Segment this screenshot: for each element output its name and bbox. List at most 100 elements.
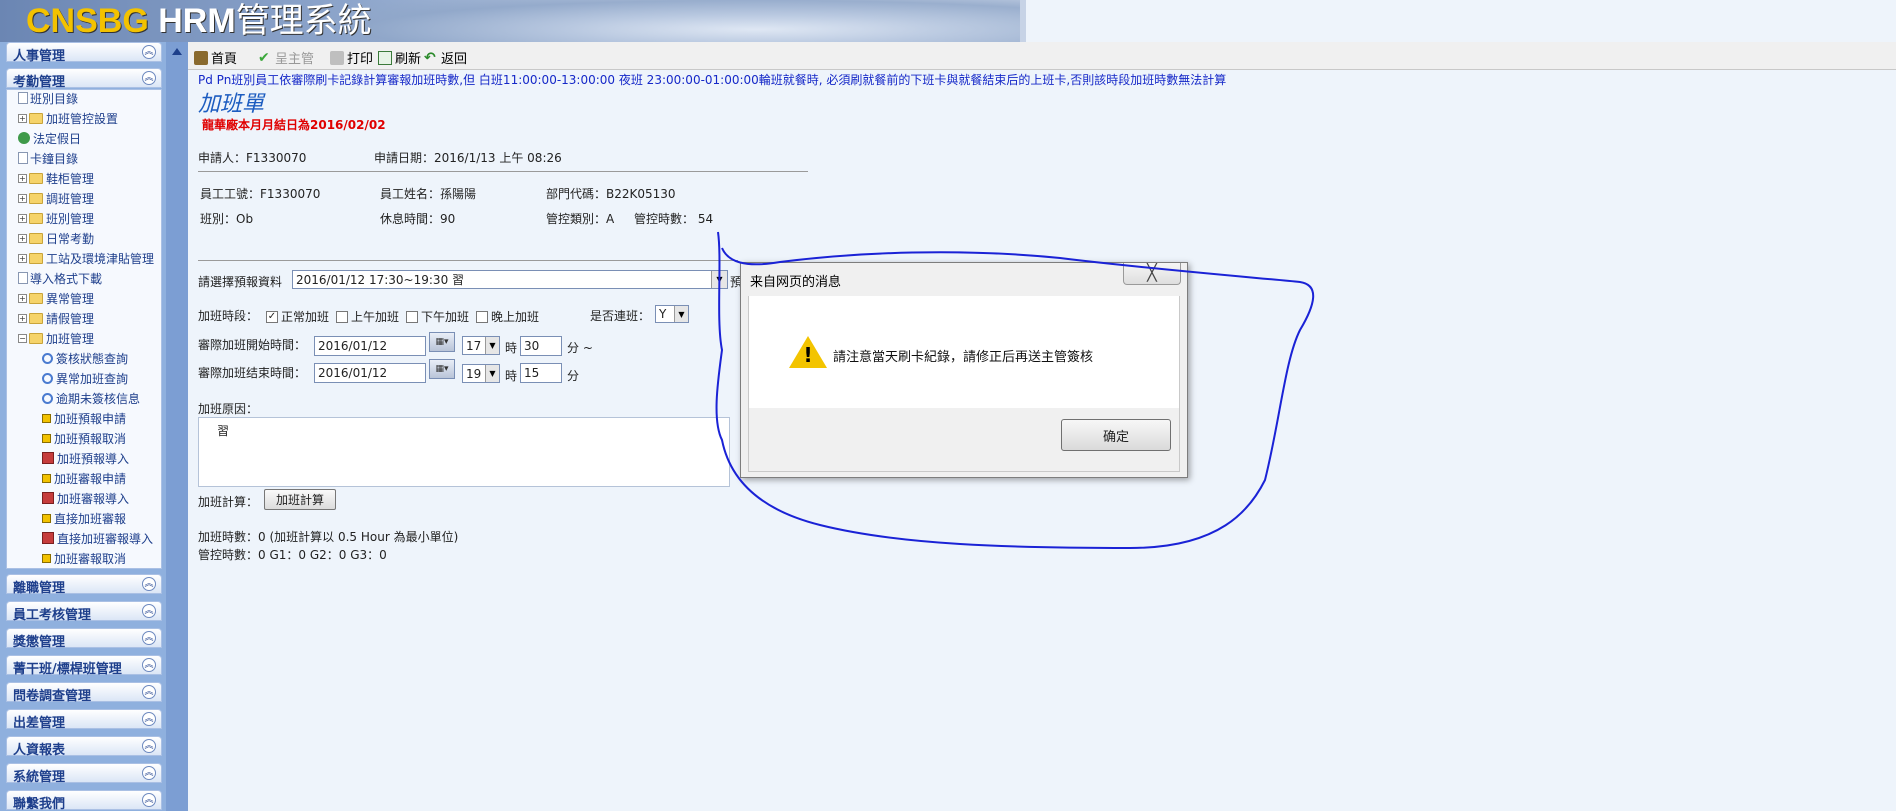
sidebar-menu-item[interactable]: + 異常管理	[18, 289, 94, 307]
folder-icon	[29, 232, 43, 244]
checkbox-icon[interactable]	[476, 310, 488, 323]
sidebar-menu-item[interactable]: 簽核狀態查詢	[42, 349, 128, 367]
excel-icon	[42, 532, 54, 544]
pre-report-select[interactable]: 2016/01/12 17:30~19:30 習 ▼	[292, 270, 728, 289]
reason-textarea[interactable]: 習	[198, 417, 730, 487]
submit-to-manager-button[interactable]: ✔ 呈主管	[258, 48, 314, 68]
expand-plus-icon[interactable]: +	[18, 193, 27, 203]
ok-button[interactable]: 确定	[1061, 419, 1171, 451]
sidebar-menu-item[interactable]: + 班別管理	[18, 209, 94, 227]
sidebar-section[interactable]: 員工考核管理 ︽	[6, 601, 162, 623]
section-label: 人資報表	[13, 743, 66, 758]
square-icon	[42, 513, 51, 523]
collapse-chevron-icon[interactable]: ︽	[142, 739, 156, 753]
sidebar-section-hr[interactable]: 人事管理 ︽	[6, 42, 162, 64]
sidebar-menu-item[interactable]: 加班審報導入	[42, 489, 129, 507]
end-minute-input[interactable]: 15	[520, 363, 562, 383]
calendar-icon[interactable]: ▦▾	[429, 359, 455, 379]
print-button[interactable]: 打印	[330, 48, 373, 67]
sidebar-menu-item[interactable]: 加班審報申請	[42, 469, 126, 487]
expand-plus-icon[interactable]: +	[18, 233, 27, 243]
dropdown-arrow-icon[interactable]: ▼	[711, 271, 727, 288]
sidebar-splitter[interactable]	[166, 42, 188, 811]
period-evening-checkbox[interactable]: 晚上加班	[476, 308, 539, 325]
hour-unit: 時	[505, 341, 518, 355]
sidebar-menu-item[interactable]: 法定假日	[18, 129, 81, 147]
sidebar-section[interactable]: 菁干班/標桿班管理 ︽	[6, 655, 162, 677]
calendar-icon[interactable]: ▦▾	[429, 332, 455, 352]
collapse-chevron-icon[interactable]: ︽	[142, 604, 156, 618]
sidebar-menu-item[interactable]: 異常加班查詢	[42, 369, 128, 387]
checkbox-checked-icon[interactable]: ✓	[266, 310, 278, 323]
collapse-minus-icon[interactable]: −	[18, 333, 27, 343]
sidebar-menu-item[interactable]: 加班預報取消	[42, 429, 126, 447]
shift-label: 班別：	[200, 212, 237, 226]
sidebar-menu-item[interactable]: + 調班管理	[18, 189, 94, 207]
start-hour-select[interactable]: 17 ▼	[462, 336, 500, 355]
sidebar-menu-item[interactable]: 導入格式下載	[18, 269, 102, 287]
sidebar-section[interactable]: 離職管理 ︽	[6, 574, 162, 596]
collapse-chevron-icon[interactable]: ︽	[142, 631, 156, 645]
sidebar-section-attendance[interactable]: 考勤管理 ︽	[6, 68, 162, 90]
sidebar-section[interactable]: 人資報表 ︽	[6, 736, 162, 758]
sidebar-menu-item[interactable]: 加班審報取消	[42, 549, 126, 567]
expand-plus-icon[interactable]: +	[18, 213, 27, 223]
sidebar-menu-item[interactable]: + 工站及環境津貼管理	[18, 249, 154, 267]
back-button[interactable]: ↶ 返回	[424, 48, 467, 68]
section-label: 系統管理	[13, 770, 66, 785]
sidebar-menu-item[interactable]: 卡鐘目錄	[18, 149, 78, 167]
sidebar-menu-item[interactable]: 班別目錄	[18, 89, 78, 107]
warning-exclamation: !	[803, 343, 813, 367]
applicant-row: 申請人：F1330070	[198, 149, 306, 166]
sidebar-section[interactable]: 聯繫我們 ︽	[6, 790, 162, 811]
start-date-input[interactable]: 2016/01/12	[314, 336, 426, 356]
dropdown-arrow-icon[interactable]: ▼	[674, 306, 688, 322]
expand-plus-icon[interactable]: +	[18, 313, 27, 323]
collapse-chevron-icon[interactable]: ︽	[142, 45, 156, 59]
expand-plus-icon[interactable]: +	[18, 293, 27, 303]
collapse-chevron-icon[interactable]: ︽	[142, 766, 156, 780]
collapse-chevron-icon[interactable]: ︽	[142, 658, 156, 672]
expand-plus-icon[interactable]: +	[18, 173, 27, 183]
collapse-chevron-icon[interactable]: ︽	[142, 793, 156, 807]
end-hour-select[interactable]: 19 ▼	[462, 364, 500, 383]
sidebar-menu-item[interactable]: + 加班管控設置	[18, 109, 118, 127]
end-date-input[interactable]: 2016/01/12	[314, 363, 426, 383]
close-icon[interactable]: ╳	[1123, 263, 1181, 285]
sidebar-menu-item[interactable]: + 日常考勤	[18, 229, 94, 247]
sidebar-section[interactable]: 系統管理 ︽	[6, 763, 162, 785]
section-label: 考勤管理	[13, 75, 66, 90]
collapse-sidebar-icon[interactable]	[172, 48, 182, 55]
dept-row: 部門代碼：B22K05130	[546, 185, 676, 202]
sidebar-section[interactable]: 獎懲管理 ︽	[6, 628, 162, 650]
home-button[interactable]: 首頁	[194, 48, 237, 67]
calculate-overtime-button[interactable]: 加班計算	[264, 489, 336, 510]
checkbox-icon[interactable]	[336, 310, 348, 323]
collapse-chevron-icon[interactable]: ︽	[142, 685, 156, 699]
checkbox-icon[interactable]	[406, 310, 418, 323]
period-normal-checkbox[interactable]: ✓ 正常加班	[266, 308, 329, 325]
collapse-chevron-icon[interactable]: ︽	[142, 577, 156, 591]
collapse-chevron-icon[interactable]: ︽	[142, 71, 156, 85]
menu-item-label: 班別管理	[46, 211, 95, 226]
dropdown-arrow-icon[interactable]: ▼	[485, 365, 499, 382]
collapse-chevron-icon[interactable]: ︽	[142, 712, 156, 726]
period-morning-checkbox[interactable]: 上午加班	[336, 308, 399, 325]
sidebar-menu-item[interactable]: 直接加班審報導入	[42, 529, 153, 547]
sidebar-menu-item[interactable]: + 請假管理	[18, 309, 94, 327]
sidebar-menu-item[interactable]: 逾期未簽核信息	[42, 389, 140, 407]
dropdown-arrow-icon[interactable]: ▼	[485, 337, 499, 354]
refresh-button[interactable]: 刷新	[378, 48, 421, 67]
sidebar-menu-item[interactable]: 加班預報申請	[42, 409, 126, 427]
start-minute-input[interactable]: 30	[520, 336, 562, 356]
period-afternoon-checkbox[interactable]: 下午加班	[406, 308, 469, 325]
sidebar-menu-item[interactable]: − 加班管理	[18, 329, 94, 347]
sidebar-menu-item[interactable]: 直接加班審報	[42, 509, 126, 527]
expand-plus-icon[interactable]: +	[18, 113, 27, 123]
continuous-select[interactable]: Y ▼	[655, 305, 689, 323]
sidebar-menu-item[interactable]: + 鞋柜管理	[18, 169, 94, 187]
expand-plus-icon[interactable]: +	[18, 253, 27, 263]
sidebar-menu-item[interactable]: 加班預報導入	[42, 449, 129, 467]
sidebar-section[interactable]: 出差管理 ︽	[6, 709, 162, 731]
sidebar-section[interactable]: 問卷調查管理 ︽	[6, 682, 162, 704]
